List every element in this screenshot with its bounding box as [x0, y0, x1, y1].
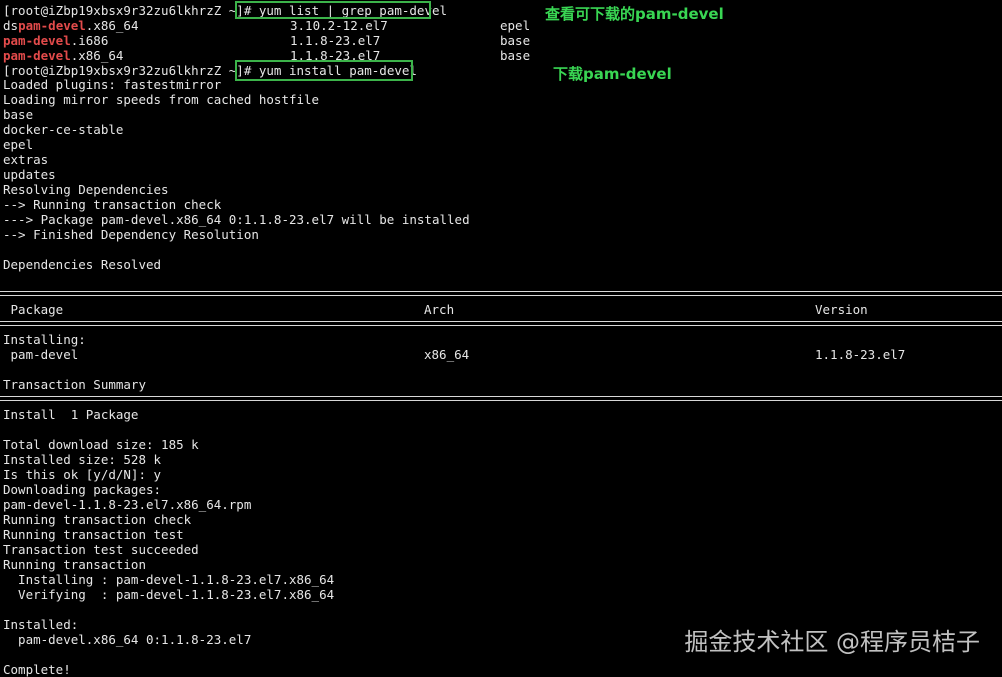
output-line: ---> Package pam-devel.x86_64 0:1.1.8-23… — [3, 212, 470, 227]
search-result-row: pam-devel.i686 1.1.8-23.el7 base — [3, 33, 998, 48]
output-line: epel — [3, 137, 34, 152]
grep-match: pam-devel — [3, 48, 71, 63]
installing-label: Installing: — [3, 332, 86, 347]
output-line: Loaded plugins: fastestmirror — [3, 77, 222, 92]
annotation-install: 下载pam-devel — [553, 65, 672, 83]
output-line: Complete! — [3, 662, 71, 677]
command-highlight-box — [235, 1, 431, 19]
terminal-window[interactable]: [root@iZbp19xbsx9r32zu6lkhrzZ ~]# yum li… — [0, 0, 1002, 677]
output-line: Installed: — [3, 617, 79, 632]
output-line: pam-devel.x86_64 0:1.1.8-23.el7 — [3, 632, 252, 647]
package-name: pam-devel.x86_64 — [3, 48, 124, 63]
table-header-row: Package Arch Version — [3, 302, 1002, 317]
separator-line — [0, 396, 1002, 401]
output-line: --> Running transaction check — [3, 197, 222, 212]
table-header-package: Package — [3, 302, 64, 317]
grep-match: pam-devel — [18, 18, 86, 33]
output-line: Is this ok [y/d/N]: y — [3, 467, 162, 482]
output-line: --> Finished Dependency Resolution — [3, 227, 259, 242]
package-repo: base — [500, 33, 531, 48]
package-repo: epel — [500, 18, 531, 33]
package-name: dspam-devel.x86_64 — [3, 18, 139, 33]
package-version: 1.1.8-23.el7 — [290, 33, 381, 48]
table-header-arch: Arch — [424, 302, 455, 317]
output-line: Installing : pam-devel-1.1.8-23.el7.x86_… — [3, 572, 335, 587]
table-cell-arch: x86_64 — [424, 347, 470, 362]
package-repo: base — [500, 48, 531, 63]
command-highlight-box — [235, 60, 413, 81]
output-line: Installed size: 528 k — [3, 452, 162, 467]
search-result-row: dspam-devel.x86_64 3.10.2-12.el7 epel — [3, 18, 998, 33]
output-line: Total download size: 185 k — [3, 437, 199, 452]
table-row: pam-devel x86_64 1.1.8-23.el7 — [3, 347, 1002, 362]
search-result-row: pam-devel.x86_64 1.1.8-23.el7 base — [3, 48, 998, 63]
output-line: Running transaction — [3, 557, 146, 572]
shell-prompt: [root@iZbp19xbsx9r32zu6lkhrzZ ~]# — [3, 63, 252, 78]
output-line: base — [3, 107, 34, 122]
output-line: Verifying : pam-devel-1.1.8-23.el7.x86_6… — [3, 587, 335, 602]
output-line: Running transaction check — [3, 512, 192, 527]
separator-line — [0, 321, 1002, 326]
separator-line — [0, 291, 1002, 296]
output-line: Transaction test succeeded — [3, 542, 199, 557]
output-line: pam-devel-1.1.8-23.el7.x86_64.rpm — [3, 497, 252, 512]
table-header-version: Version — [815, 302, 868, 317]
output-line: Running transaction test — [3, 527, 184, 542]
package-version: 3.10.2-12.el7 — [290, 18, 388, 33]
output-line: Resolving Dependencies — [3, 182, 169, 197]
transaction-summary-title: Transaction Summary — [3, 377, 146, 392]
shell-prompt: [root@iZbp19xbsx9r32zu6lkhrzZ ~]# — [3, 3, 252, 18]
watermark: 掘金技术社区 @程序员桔子 — [684, 628, 980, 656]
table-cell-package: pam-devel — [3, 347, 79, 362]
table-cell-version: 1.1.8-23.el7 — [815, 347, 906, 362]
output-line: updates — [3, 167, 56, 182]
output-line: Loading mirror speeds from cached hostfi… — [3, 92, 320, 107]
grep-match: pam-devel — [3, 33, 71, 48]
package-name: pam-devel.i686 — [3, 33, 109, 48]
output-line: Downloading packages: — [3, 482, 162, 497]
output-line: extras — [3, 152, 49, 167]
install-count-line: Install 1 Package — [3, 407, 139, 422]
output-line: docker-ce-stable — [3, 122, 124, 137]
output-line: Dependencies Resolved — [3, 257, 162, 272]
